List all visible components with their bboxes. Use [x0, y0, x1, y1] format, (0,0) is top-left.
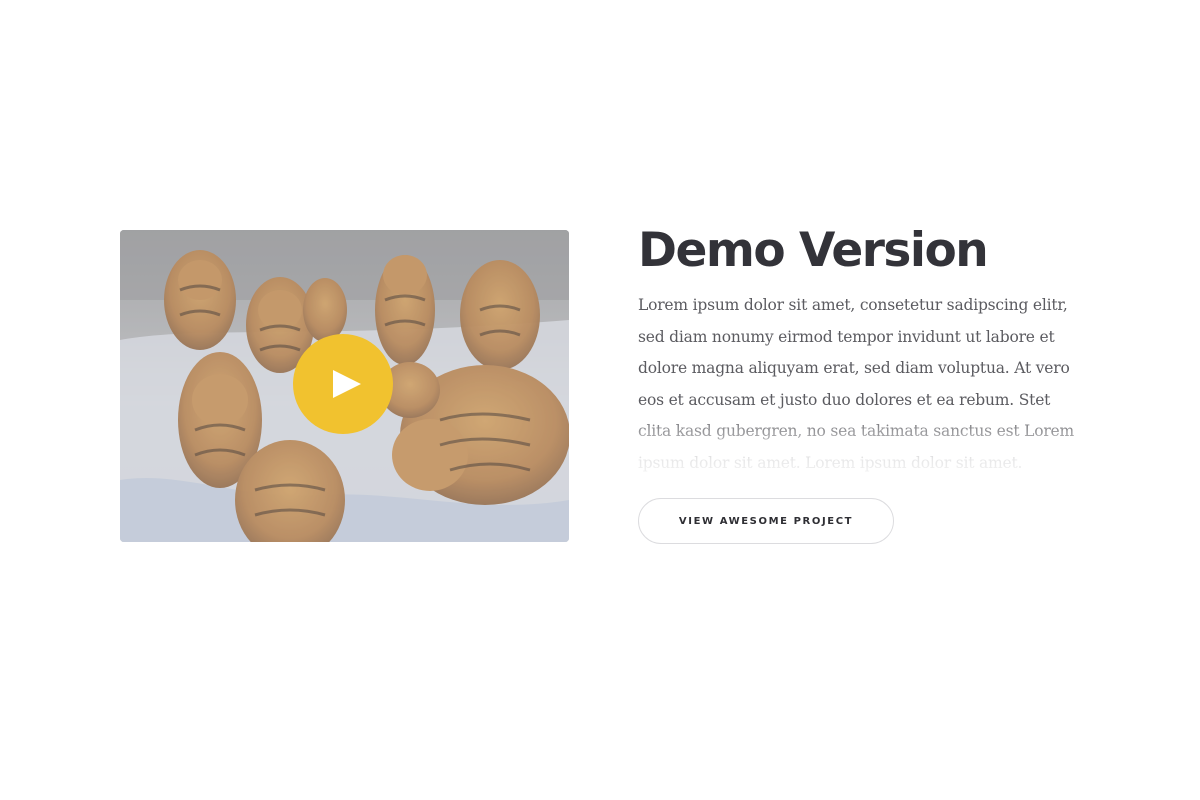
description-text: Lorem ipsum dolor sit amet, consetetur s… — [638, 290, 1083, 479]
play-button[interactable] — [293, 334, 393, 434]
view-project-button[interactable]: VIEW AWESOME PROJECT — [638, 498, 894, 544]
video-thumbnail[interactable] — [120, 230, 569, 542]
content-section: Demo Version Lorem ipsum dolor sit amet,… — [638, 222, 1088, 544]
page-title: Demo Version — [638, 223, 989, 278]
play-icon — [333, 370, 361, 398]
